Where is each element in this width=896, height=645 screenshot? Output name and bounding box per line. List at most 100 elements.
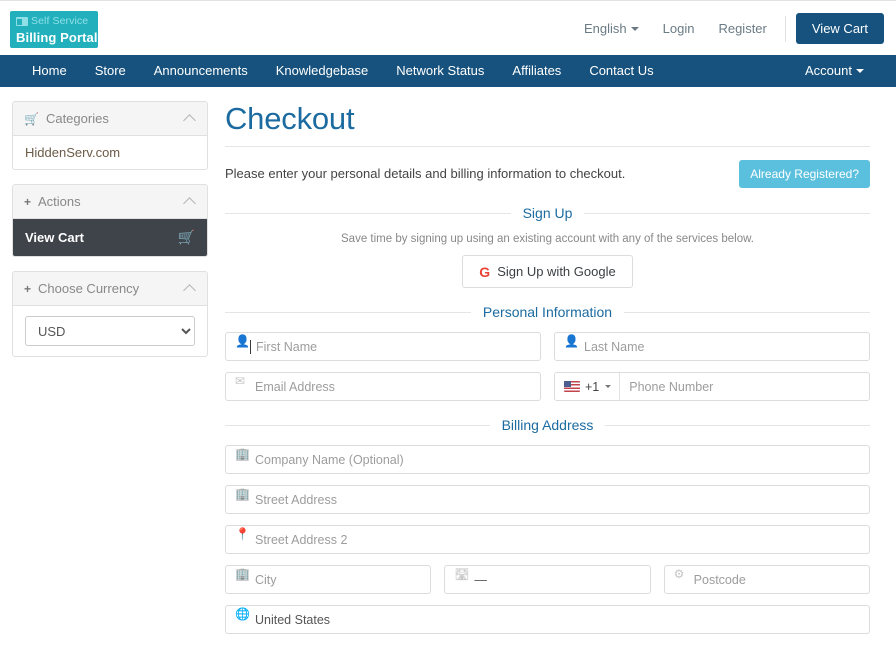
city-placeholder: City	[255, 572, 277, 587]
last-name-col: 👤 Last Name	[554, 332, 870, 361]
intro-row: Please enter your personal details and b…	[225, 147, 870, 189]
categories-title: Categories	[45, 111, 109, 126]
cart-icon: 🛒	[177, 229, 195, 245]
signup-button-wrap: G Sign Up with Google	[225, 255, 870, 288]
sidebar-item-hiddenserv[interactable]: HiddenServ.com	[13, 136, 207, 169]
view-cart-button[interactable]: View Cart	[795, 13, 884, 44]
company-name-field[interactable]: 🏢 Company Name (Optional)	[225, 445, 870, 474]
signup-legend: Sign Up	[225, 205, 870, 221]
email-col: ✉ Email Address	[225, 372, 541, 401]
street-address-field[interactable]: 🏢 Street Address	[225, 485, 870, 514]
company-col: 🏢 Company Name (Optional)	[225, 445, 870, 474]
country-select[interactable]: 🌐 United States	[225, 605, 870, 634]
city-field[interactable]: 🏢 City	[225, 565, 432, 594]
signup-with-google-label: Sign Up with Google	[497, 264, 616, 279]
currency-select[interactable]: USD	[25, 316, 195, 346]
nav-item-affiliates[interactable]: Affiliates	[498, 55, 575, 87]
account-label: Account	[805, 63, 852, 78]
nav-item-knowledgebase[interactable]: Knowledgebase	[262, 55, 383, 87]
phone-dial-code: +1	[585, 379, 600, 394]
street2-row: 📍 Street Address 2	[225, 525, 870, 554]
plus-icon: +	[24, 281, 32, 296]
postcode-field[interactable]: ⚙ Postcode	[663, 565, 870, 594]
first-name-col: 👤 First Name	[225, 332, 541, 361]
page-title: Checkout	[225, 101, 870, 147]
street-address-placeholder: Street Address	[255, 492, 337, 507]
language-label: English	[584, 21, 627, 36]
nav-item-contact-us[interactable]: Contact Us	[575, 55, 667, 87]
chevron-down-icon	[605, 385, 612, 388]
actions-title: Actions	[38, 194, 81, 209]
actions-panel-header[interactable]: + Actions	[13, 185, 207, 219]
currency-panel: + Choose Currency USD	[12, 271, 208, 357]
city-state-postcode-row: 🏢 City 🛣 — ⚙ Postcode	[225, 565, 870, 594]
personal-information-legend: Personal Information	[225, 304, 870, 320]
page-body: 🛒 Categories HiddenServ.com + Actions Vi…	[0, 87, 896, 645]
contact-row: ✉ Email Address +1 Phone Number	[225, 372, 870, 401]
register-link[interactable]: Register	[706, 21, 778, 36]
actions-panel: + Actions View Cart 🛒	[12, 184, 208, 257]
state-select[interactable]: 🛣 —	[444, 565, 651, 594]
logo-title: Billing Portal	[16, 30, 98, 45]
top-bar: Self Service Billing Portal English Logi…	[0, 0, 896, 55]
signup-note: Save time by signing up using an existin…	[341, 233, 754, 245]
signup-legend-text: Sign Up	[522, 205, 573, 221]
site-logo[interactable]: Self Service Billing Portal	[10, 11, 98, 48]
divider	[784, 15, 786, 42]
already-registered-button[interactable]: Already Registered?	[739, 159, 870, 188]
billing-address-legend: Billing Address	[225, 417, 870, 433]
logo-line-1: Self Service	[16, 15, 92, 28]
state-value: —	[474, 572, 487, 587]
chevron-up-icon[interactable]	[183, 196, 196, 210]
login-link[interactable]: Login	[651, 21, 707, 36]
postcode-col: ⚙ Postcode	[663, 565, 870, 594]
nav-item-home[interactable]: Home	[18, 55, 81, 87]
currency-panel-body: USD	[13, 306, 207, 356]
nav-item-account[interactable]: Account	[791, 55, 878, 87]
language-selector[interactable]: English	[572, 21, 651, 36]
intro-text: Please enter your personal details and b…	[225, 166, 626, 181]
phone-country-selector[interactable]: +1	[555, 373, 621, 400]
plus-icon: +	[24, 194, 32, 209]
phone-number-placeholder: Phone Number	[629, 379, 714, 394]
last-name-placeholder: Last Name	[584, 339, 645, 354]
nav-item-network-status[interactable]: Network Status	[382, 55, 498, 87]
logo-tagline: Self Service	[31, 15, 89, 28]
us-flag-icon	[564, 381, 580, 392]
email-field[interactable]: ✉ Email Address	[225, 372, 541, 401]
sidebar-item-view-cart[interactable]: View Cart 🛒	[13, 219, 207, 256]
chevron-down-icon	[856, 69, 864, 74]
categories-panel-header[interactable]: 🛒 Categories	[13, 102, 207, 136]
chevron-up-icon[interactable]	[183, 283, 196, 297]
currency-panel-header[interactable]: + Choose Currency	[13, 272, 207, 306]
categories-panel: 🛒 Categories HiddenServ.com	[12, 101, 208, 170]
main-navigation: Home Store Announcements Knowledgebase N…	[0, 55, 896, 87]
email-placeholder: Email Address	[255, 379, 335, 394]
phone-field[interactable]: +1 Phone Number	[554, 372, 870, 401]
personal-information-legend-text: Personal Information	[482, 304, 613, 320]
street-address-2-field[interactable]: 📍 Street Address 2	[225, 525, 870, 554]
phone-col: +1 Phone Number	[554, 372, 870, 401]
sidebar: 🛒 Categories HiddenServ.com + Actions Vi…	[12, 101, 208, 371]
street-address-2-placeholder: Street Address 2	[255, 532, 348, 547]
name-row: 👤 First Name 👤 Last Name	[225, 332, 870, 361]
company-name-placeholder: Company Name (Optional)	[255, 452, 404, 467]
nav-item-store[interactable]: Store	[81, 55, 140, 87]
country-col: 🌐 United States	[225, 605, 870, 634]
top-bar-right: English Login Register View Cart	[572, 1, 884, 56]
nav-item-announcements[interactable]: Announcements	[140, 55, 262, 87]
main-content: Checkout Please enter your personal deta…	[208, 101, 884, 645]
google-g-icon: G	[479, 263, 491, 280]
last-name-field[interactable]: 👤 Last Name	[554, 332, 870, 361]
street1-row: 🏢 Street Address	[225, 485, 870, 514]
currency-title: Choose Currency	[38, 281, 140, 296]
street1-col: 🏢 Street Address	[225, 485, 870, 514]
building-icon	[16, 17, 28, 26]
signup-with-google-button[interactable]: G Sign Up with Google	[462, 255, 633, 288]
first-name-placeholder: First Name	[250, 339, 325, 354]
cart-icon: 🛒	[24, 111, 39, 126]
sidebar-item-label: View Cart	[25, 230, 85, 245]
first-name-field[interactable]: 👤 First Name	[225, 332, 541, 361]
chevron-up-icon[interactable]	[183, 113, 196, 127]
user-icon: 👤	[235, 334, 250, 348]
